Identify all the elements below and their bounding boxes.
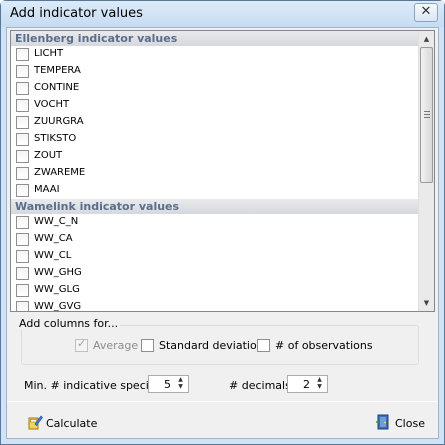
list-item[interactable]: ZWAREME bbox=[11, 165, 420, 182]
item-checkbox[interactable] bbox=[16, 65, 29, 78]
item-checkbox[interactable] bbox=[16, 99, 29, 112]
item-checkbox[interactable] bbox=[16, 48, 29, 61]
close-button[interactable]: Close bbox=[375, 413, 427, 435]
list-item[interactable]: WW_C_N bbox=[11, 214, 420, 231]
decimals-label: # decimals bbox=[229, 379, 291, 392]
min-species-label: Min. # indicative species bbox=[24, 379, 162, 392]
item-label: LICHT bbox=[34, 48, 64, 59]
min-species-value[interactable]: 5 bbox=[164, 378, 171, 391]
decimals-spinner[interactable]: 2 ▲ ▼ bbox=[287, 375, 328, 393]
item-label: CONTINE bbox=[34, 82, 80, 93]
item-checkbox[interactable] bbox=[16, 216, 29, 229]
item-label: ZUURGRA bbox=[34, 116, 84, 127]
item-label: WW_GLG bbox=[34, 284, 80, 295]
close-icon: ✕ bbox=[420, 4, 432, 19]
item-checkbox[interactable] bbox=[16, 233, 29, 246]
item-checkbox[interactable] bbox=[16, 184, 29, 197]
group-header: Ellenberg indicator values bbox=[11, 31, 420, 46]
item-checkbox[interactable] bbox=[16, 250, 29, 263]
item-label: ZOUT bbox=[34, 150, 63, 161]
item-checkbox[interactable] bbox=[16, 82, 29, 95]
item-label: WW_CA bbox=[34, 233, 73, 244]
list-item[interactable]: CONTINE bbox=[11, 80, 420, 97]
thumb-grip bbox=[424, 117, 430, 118]
window-title: Add indicator values bbox=[10, 6, 143, 21]
item-label: WW_C_N bbox=[34, 216, 79, 227]
list-item[interactable]: LICHT bbox=[11, 46, 420, 63]
item-label: ZWAREME bbox=[34, 167, 86, 178]
item-label: WW_CL bbox=[34, 250, 72, 261]
item-label: VOCHT bbox=[34, 99, 70, 110]
close-button-label: Close bbox=[395, 417, 425, 430]
list-item[interactable]: WW_CL bbox=[11, 248, 420, 265]
item-label: WW_GVG bbox=[34, 301, 82, 312]
scrollbar-thumb[interactable] bbox=[420, 47, 433, 183]
average-checkbox-label: Average bbox=[93, 339, 139, 352]
spin-arrows-icon[interactable]: ▲ ▼ bbox=[314, 376, 325, 392]
window-close-button[interactable]: ✕ bbox=[414, 3, 438, 22]
list-item[interactable]: VOCHT bbox=[11, 97, 420, 114]
standard-deviation-checkbox-label: Standard deviation bbox=[159, 339, 264, 352]
indicator-list-content: Ellenberg indicator values LICHT TEMPERA CO… bbox=[11, 31, 420, 312]
item-checkbox[interactable] bbox=[16, 167, 29, 180]
spin-arrows-icon[interactable]: ▲ ▼ bbox=[175, 376, 186, 392]
observations-checkbox-box[interactable] bbox=[257, 339, 270, 352]
calculate-button-label: Calculate bbox=[46, 417, 98, 430]
list-item[interactable]: WW_GVG bbox=[11, 299, 420, 312]
min-species-spinner[interactable]: 5 ▲ ▼ bbox=[148, 375, 189, 393]
dialog-window: Add indicator values ✕ Ellenberg indicat… bbox=[0, 0, 445, 445]
list-item[interactable]: MAAI bbox=[11, 182, 420, 199]
group-header: Wamelink indicator values bbox=[11, 199, 420, 214]
item-checkbox[interactable] bbox=[16, 301, 29, 311]
item-label: MAAI bbox=[34, 184, 60, 195]
item-label: STIKSTO bbox=[34, 133, 77, 144]
list-item[interactable]: ZUURGRA bbox=[11, 114, 420, 131]
dialog-client-area: Ellenberg indicator values LICHT TEMPERA CO… bbox=[6, 27, 439, 439]
observations-checkbox-label: # of observations bbox=[275, 339, 373, 352]
item-label: WW_GHG bbox=[34, 267, 82, 278]
list-item[interactable]: WW_GHG bbox=[11, 265, 420, 282]
average-checkbox-box: ✓ bbox=[75, 337, 88, 352]
item-checkbox[interactable] bbox=[16, 267, 29, 280]
list-item[interactable]: STIKSTO bbox=[11, 131, 420, 148]
calculator-pen-icon bbox=[28, 415, 43, 430]
list-item[interactable]: WW_GLG bbox=[11, 282, 420, 299]
item-label: TEMPERA bbox=[34, 65, 81, 76]
decimals-value[interactable]: 2 bbox=[303, 378, 310, 391]
button-separator bbox=[7, 401, 438, 402]
checkmark-icon: ✓ bbox=[77, 337, 87, 350]
list-item[interactable]: ZOUT bbox=[11, 148, 420, 165]
scroll-down-icon[interactable]: ▼ bbox=[419, 295, 434, 311]
list-item[interactable]: WW_CA bbox=[11, 231, 420, 248]
item-checkbox[interactable] bbox=[16, 284, 29, 297]
calculate-button[interactable]: Calculate bbox=[27, 413, 97, 435]
item-checkbox[interactable] bbox=[16, 133, 29, 146]
standard-deviation-checkbox-box[interactable] bbox=[141, 339, 154, 352]
thumb-grip bbox=[424, 111, 430, 112]
door-exit-icon bbox=[376, 414, 389, 430]
columns-groupbox-label: Add columns for... bbox=[17, 317, 121, 330]
scroll-up-icon[interactable]: ▲ bbox=[419, 31, 434, 47]
thumb-grip bbox=[424, 114, 430, 115]
indicator-list[interactable]: Ellenberg indicator values LICHT TEMPERA CO… bbox=[10, 30, 435, 312]
list-item[interactable]: TEMPERA bbox=[11, 63, 420, 80]
item-checkbox[interactable] bbox=[16, 150, 29, 163]
item-checkbox[interactable] bbox=[16, 116, 29, 129]
title-bar[interactable]: Add indicator values ✕ bbox=[1, 1, 444, 27]
vertical-scrollbar[interactable]: ▲ ▼ bbox=[418, 31, 434, 311]
